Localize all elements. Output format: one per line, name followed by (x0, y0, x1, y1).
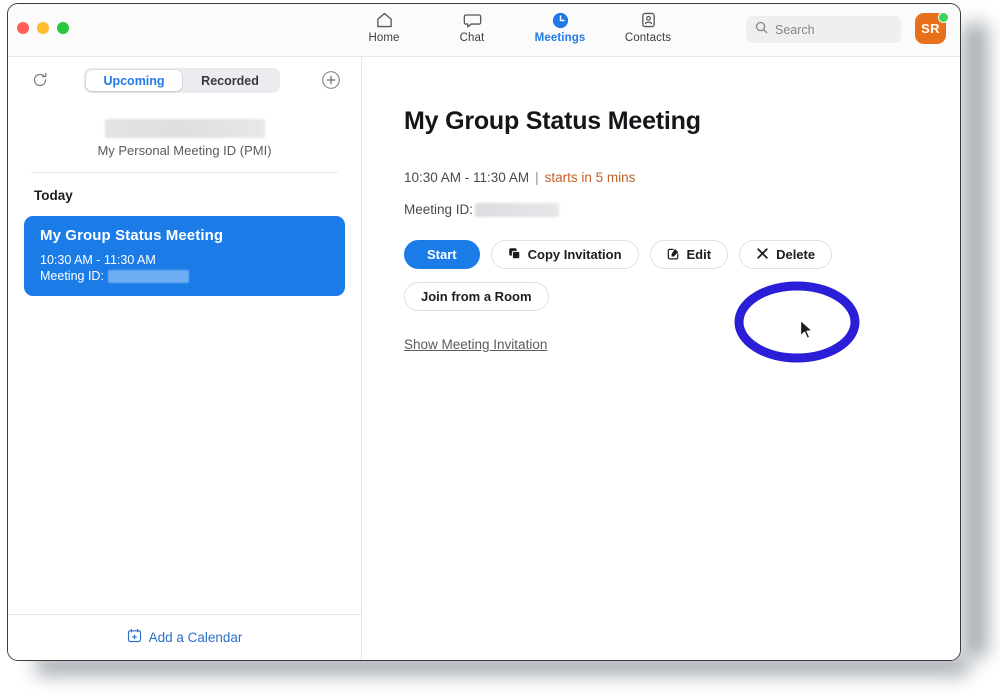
window-controls (17, 22, 69, 34)
meeting-actions-row-primary: Start Copy Invitation Edit Delete (404, 240, 833, 269)
pencil-square-icon (667, 247, 680, 263)
refresh-button[interactable] (29, 71, 51, 93)
page-root: Home Chat Meetings Contacts Search SR Up… (0, 0, 1000, 699)
segment-upcoming[interactable]: Upcoming (86, 70, 182, 91)
calendar-plus-icon (127, 628, 142, 648)
mouse-cursor (799, 319, 814, 340)
copy-invitation-button[interactable]: Copy Invitation (490, 240, 639, 269)
start-button[interactable]: Start (404, 240, 480, 269)
search-placeholder: Search (775, 22, 815, 37)
app-window: Home Chat Meetings Contacts Search SR Up… (7, 3, 961, 661)
tab-chat-label: Chat (459, 32, 485, 44)
tab-meetings[interactable]: Meetings (532, 10, 588, 44)
meeting-card-id-row: Meeting ID: (40, 269, 345, 283)
meeting-time-row: 10:30 AM - 11:30 AM | starts in 5 mins (404, 170, 635, 185)
close-window-button[interactable] (17, 22, 29, 34)
plus-circle-icon (321, 71, 341, 94)
add-calendar-label: Add a Calendar (148, 630, 243, 645)
search-input[interactable]: Search (746, 16, 901, 43)
edit-button[interactable]: Edit (649, 240, 729, 269)
tab-contacts-label: Contacts (624, 32, 672, 44)
tab-chat[interactable]: Chat (444, 10, 500, 44)
segment-recorded[interactable]: Recorded (182, 70, 278, 91)
copy-icon (508, 247, 521, 263)
avatar[interactable]: SR (915, 12, 949, 46)
tab-home[interactable]: Home (356, 10, 412, 44)
meeting-id-row: Meeting ID: (404, 202, 560, 217)
delete-button[interactable]: Delete (739, 240, 833, 269)
meeting-id-redacted (475, 202, 560, 217)
meetings-sidebar: Upcoming Recorded My Personal Meeting ID… (8, 57, 362, 660)
pmi-label: My Personal Meeting ID (PMI) (97, 143, 272, 158)
section-header-today: Today (34, 188, 73, 203)
add-meeting-button[interactable] (321, 70, 341, 90)
meeting-list-item[interactable]: My Group Status Meeting 10:30 AM - 11:30… (24, 216, 345, 296)
search-icon (755, 21, 768, 39)
sidebar-divider (31, 172, 338, 173)
delete-label: Delete (776, 247, 816, 262)
sidebar-header: Upcoming Recorded (8, 57, 361, 105)
title-bar: Home Chat Meetings Contacts Search SR (8, 4, 960, 57)
meeting-time: 10:30 AM - 11:30 AM (404, 170, 530, 185)
clock-icon (551, 10, 570, 30)
add-calendar-button[interactable]: Add a Calendar (8, 614, 361, 660)
page-title: My Group Status Meeting (404, 107, 701, 135)
chat-bubble-icon (463, 10, 482, 30)
tab-meetings-label: Meetings (534, 32, 586, 44)
starts-in-status: starts in 5 mins (544, 170, 636, 185)
meeting-card-title: My Group Status Meeting (40, 227, 224, 244)
home-icon (375, 10, 394, 30)
show-meeting-invitation-link[interactable]: Show Meeting Invitation (404, 337, 547, 352)
time-separator: | (535, 170, 539, 185)
tab-contacts[interactable]: Contacts (620, 10, 676, 44)
refresh-icon (31, 71, 49, 94)
window-body: Upcoming Recorded My Personal Meeting ID… (8, 57, 960, 660)
meetings-filter-segmented-control: Upcoming Recorded (84, 68, 280, 93)
maximize-window-button[interactable] (57, 22, 69, 34)
contact-card-icon (639, 10, 658, 30)
meeting-card-time: 10:30 AM - 11:30 AM (40, 253, 156, 267)
annotation-ellipse (734, 281, 860, 363)
meeting-id-label: Meeting ID: (404, 202, 474, 217)
window-shadow-right (962, 22, 988, 658)
meeting-card-id-label: Meeting ID: (40, 269, 104, 283)
meeting-card-id-redacted (107, 269, 189, 283)
close-x-icon (756, 247, 769, 263)
main-navigation-tabs: Home Chat Meetings Contacts (356, 10, 676, 44)
edit-label: Edit (686, 247, 712, 262)
pmi-value-redacted (104, 119, 265, 138)
join-from-a-room-label: Join from a Room (421, 289, 532, 304)
tab-home-label: Home (368, 32, 400, 44)
presence-status-dot (938, 12, 949, 23)
start-button-label: Start (427, 247, 457, 262)
join-from-a-room-button[interactable]: Join from a Room (404, 282, 549, 311)
meeting-detail-panel: My Group Status Meeting 10:30 AM - 11:30… (362, 57, 960, 660)
copy-invitation-label: Copy Invitation (527, 247, 622, 262)
meeting-actions-row-secondary: Join from a Room (404, 282, 549, 311)
personal-meeting-id-block[interactable]: My Personal Meeting ID (PMI) (8, 119, 361, 158)
minimize-window-button[interactable] (37, 22, 49, 34)
